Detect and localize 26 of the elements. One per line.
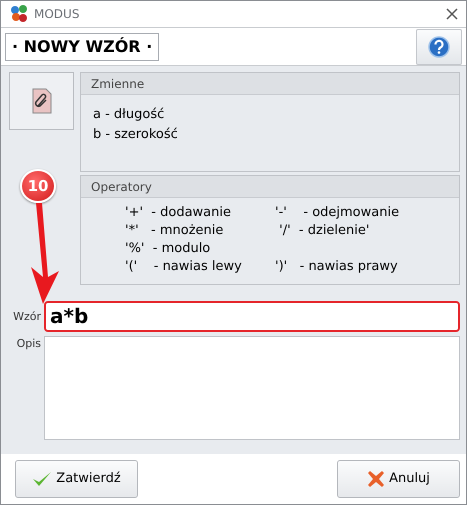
confirm-button[interactable]: Zatwierdź (15, 460, 138, 498)
attachment-button[interactable] (9, 72, 74, 130)
form-title: · NOWY WZÓR · (5, 32, 160, 60)
field-label: Wzór (12, 309, 41, 325)
field-label: Opis (16, 336, 41, 352)
operator-line: '(' - nawias lewy (125, 258, 243, 276)
cross-icon (367, 470, 386, 488)
help-icon (428, 36, 450, 58)
operator-line: ')' - nawias prawy (275, 258, 399, 276)
cancel-button[interactable]: Anuluj (337, 460, 460, 498)
window-title: MODUS (34, 6, 80, 23)
description-field[interactable] (44, 336, 460, 440)
operator-line: '+' - dodawanie (125, 204, 232, 222)
checkmark-icon (32, 470, 52, 488)
panel-title: Operatory (81, 176, 459, 198)
help-button[interactable] (416, 28, 462, 64)
variable-line: b - szerokość (93, 126, 179, 144)
formula-field[interactable]: a*b (44, 301, 460, 332)
operator-line: '/' - dzielenie' (278, 222, 370, 240)
operator-line: '%' - modulo (125, 240, 212, 258)
operator-line: '*' - mnożenie (125, 222, 224, 240)
operator-line: '-' - odejmowanie (275, 204, 400, 222)
close-icon[interactable] (446, 8, 458, 20)
variable-line: a - długość (93, 106, 166, 124)
paperclip-document-icon (32, 88, 52, 114)
panel-title: Zmienne (81, 73, 459, 95)
